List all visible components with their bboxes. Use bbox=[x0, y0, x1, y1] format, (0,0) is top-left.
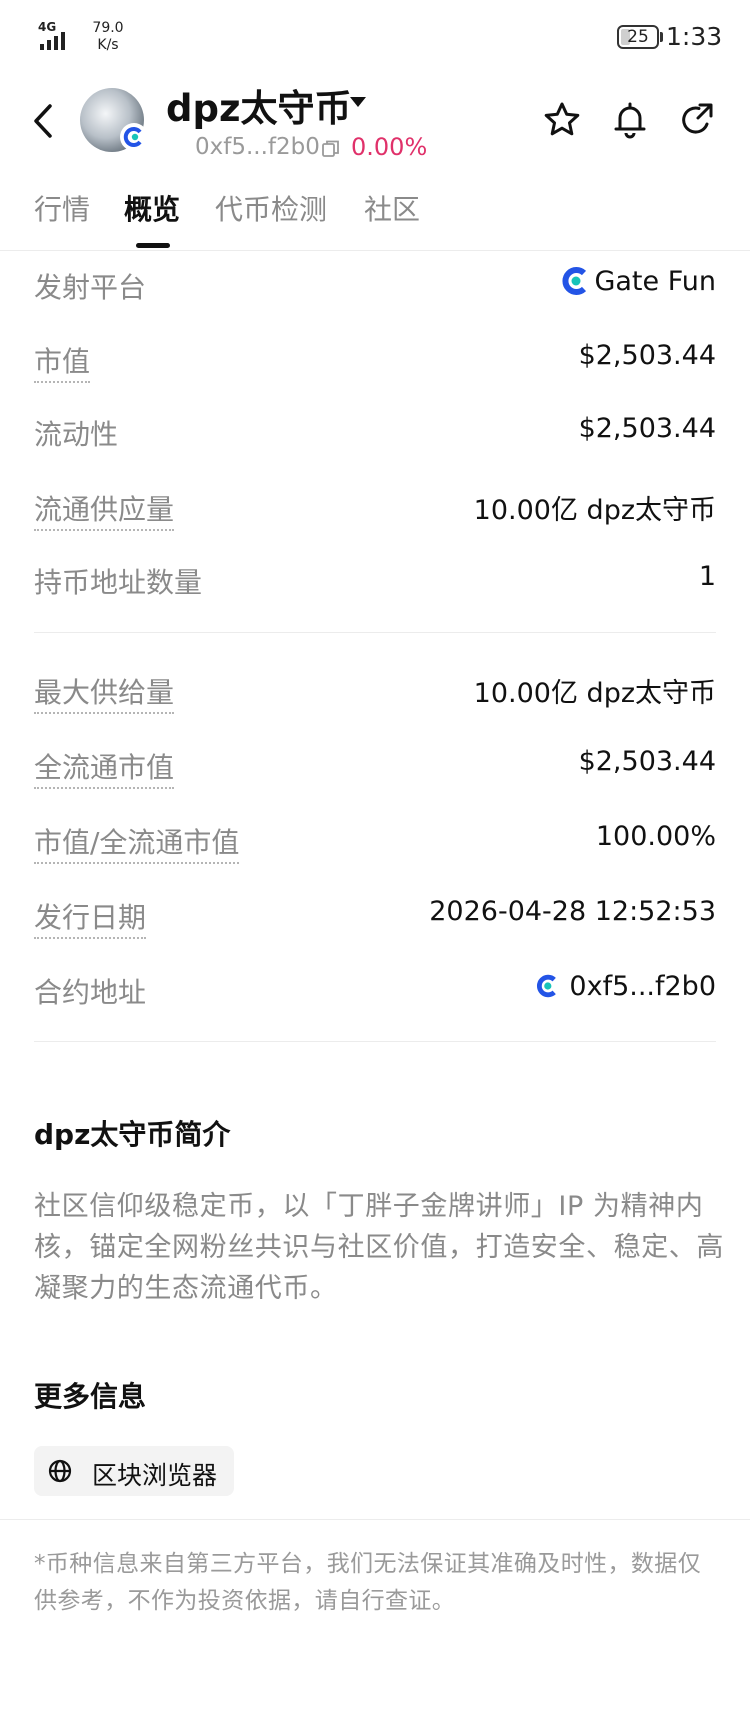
more-info-title: 更多信息 bbox=[34, 1380, 147, 1413]
launch-platform-name: Gate Fun bbox=[594, 266, 716, 297]
active-tab-indicator bbox=[136, 243, 170, 248]
clock: 1:33 bbox=[666, 22, 723, 51]
block-explorer-button[interactable]: 区块浏览器 bbox=[34, 1446, 234, 1496]
star-icon[interactable] bbox=[542, 100, 582, 140]
battery-level: 25 bbox=[627, 27, 649, 47]
tab-market[interactable]: 行情 bbox=[34, 188, 90, 228]
gate-fun-badge-icon bbox=[120, 123, 148, 151]
value-contract-address[interactable]: 0xf5...f2b0 bbox=[535, 971, 716, 1002]
copy-icon[interactable] bbox=[320, 138, 342, 160]
back-button[interactable] bbox=[28, 98, 64, 144]
network-speed: 79.0 K/s bbox=[88, 20, 128, 54]
signal-icon bbox=[40, 30, 65, 50]
intro-title: dpz太守币简介 bbox=[34, 1118, 231, 1151]
value-fdv: $2,503.44 bbox=[578, 746, 716, 777]
label-contract-address: 合约地址 bbox=[34, 976, 147, 1009]
value-issue-date: 2026-04-28 12:52:53 bbox=[429, 896, 716, 927]
contract-address-text: 0xf5...f2b0 bbox=[569, 971, 716, 1002]
bell-icon[interactable] bbox=[610, 100, 650, 140]
label-liquidity: 流动性 bbox=[34, 418, 119, 451]
disclaimer-text: *币种信息来自第三方平台，我们无法保证其准确及时性，数据仅供参考，不作为投资依据… bbox=[34, 1551, 702, 1614]
tab-token-check[interactable]: 代币检测 bbox=[215, 188, 327, 228]
footer-divider bbox=[0, 1519, 750, 1520]
caret-down-icon[interactable] bbox=[350, 97, 366, 107]
back-arrow-icon bbox=[34, 104, 52, 138]
label-holder-count: 持币地址数量 bbox=[34, 566, 203, 599]
battery-icon: 25 bbox=[617, 25, 659, 49]
value-max-supply: 10.00亿 dpz太守币 bbox=[473, 678, 716, 709]
gate-fun-logo-icon bbox=[563, 267, 587, 295]
price-change: 0.00% bbox=[351, 133, 428, 161]
label-market-cap[interactable]: 市值 bbox=[34, 340, 91, 383]
token-name[interactable]: dpz太守币 bbox=[166, 78, 352, 132]
globe-icon bbox=[48, 1459, 72, 1483]
label-max-supply[interactable]: 最大供给量 bbox=[34, 671, 175, 714]
share-icon[interactable] bbox=[676, 100, 716, 140]
value-liquidity: $2,503.44 bbox=[578, 413, 716, 444]
speed-unit: K/s bbox=[97, 37, 119, 53]
gate-fun-logo-icon bbox=[537, 974, 557, 998]
label-issue-date[interactable]: 发行日期 bbox=[34, 896, 147, 939]
label-launch-platform: 发射平台 bbox=[34, 271, 147, 304]
label-circulating-supply[interactable]: 流通供应量 bbox=[34, 488, 175, 531]
speed-value: 79.0 bbox=[92, 20, 124, 36]
value-launch-platform[interactable]: Gate Fun bbox=[560, 266, 716, 297]
value-market-cap: $2,503.44 bbox=[578, 340, 716, 371]
section-divider bbox=[34, 1041, 716, 1042]
section-divider bbox=[34, 632, 716, 633]
label-fdv[interactable]: 全流通市值 bbox=[34, 746, 175, 789]
tab-community[interactable]: 社区 bbox=[364, 188, 420, 228]
battery-nub bbox=[660, 32, 663, 42]
intro-text: 社区信仰级稳定币，以「丁胖子金牌讲师」IP 为精神内核，锚定全网粉丝共识与社区价… bbox=[34, 1191, 724, 1304]
value-mc-fdv-ratio: 100.00% bbox=[595, 821, 716, 852]
block-explorer-label: 区块浏览器 bbox=[92, 1461, 218, 1490]
status-bar: 4G 79.0 K/s 25 1:33 bbox=[0, 0, 750, 76]
label-mc-fdv-ratio[interactable]: 市值/全流通市值 bbox=[34, 821, 240, 864]
value-circulating-supply: 10.00亿 dpz太守币 bbox=[473, 495, 716, 526]
value-holder-count: 1 bbox=[698, 561, 716, 592]
contract-address-short: 0xf5...f2b0 bbox=[195, 134, 320, 160]
tab-overview[interactable]: 概览 bbox=[124, 188, 180, 228]
tabs-divider bbox=[0, 250, 750, 251]
